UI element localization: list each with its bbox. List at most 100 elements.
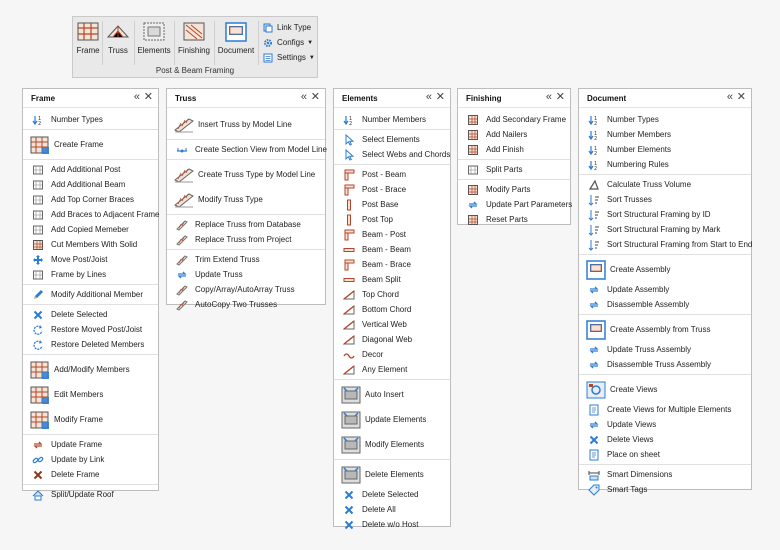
menu-item-place-on-sheet[interactable]: Place on sheet: [579, 447, 751, 462]
menu-item-update-by-link[interactable]: Update by Link: [23, 452, 158, 467]
menu-item-select-elements[interactable]: Select Elements: [334, 132, 450, 147]
menu-item-update-frame[interactable]: Update Frame: [23, 437, 158, 452]
menu-item-update-truss[interactable]: Update Truss: [167, 267, 325, 282]
menu-item-update-views[interactable]: Update Views: [579, 417, 751, 432]
menu-item-move-post-joist[interactable]: Move Post/Joist: [23, 252, 158, 267]
menu-item-select-webs-chords[interactable]: Select Webs and Chords: [334, 147, 450, 162]
close-icon[interactable]: ✕: [737, 91, 746, 103]
menu-item-modify-elements[interactable]: Modify Elements: [334, 432, 450, 457]
menu-item-create-frame[interactable]: Create Frame: [23, 132, 158, 157]
menu-item-update-truss-assembly[interactable]: Update Truss Assembly: [579, 342, 751, 357]
close-icon[interactable]: ✕: [436, 91, 445, 103]
menu-item-sort-framing-start-end[interactable]: Sort Structural Framing from Start to En…: [579, 237, 752, 252]
menu-item-delete-elements[interactable]: Delete Elements: [334, 462, 450, 487]
collapse-icon[interactable]: «: [727, 91, 733, 103]
ribbon-settings-dropdown[interactable]: Settings ▼: [263, 51, 315, 64]
menu-item-edit-members[interactable]: Edit Members: [23, 382, 158, 407]
menu-item-number-members[interactable]: Number Members: [579, 127, 751, 142]
menu-item-beam-brace[interactable]: Beam - Brace: [334, 257, 450, 272]
menu-item-top-chord[interactable]: Top Chord: [334, 287, 450, 302]
menu-item-post-beam[interactable]: Post - Beam: [334, 167, 450, 182]
menu-item-post-base[interactable]: Post Base: [334, 197, 450, 212]
menu-item-create-assembly[interactable]: Create Assembly: [579, 257, 751, 282]
menu-item-cut-members-solid[interactable]: Cut Members With Solid: [23, 237, 158, 252]
menu-item-add-additional-beam[interactable]: Add Additional Beam: [23, 177, 158, 192]
ribbon-truss-button[interactable]: Truss: [104, 19, 132, 63]
menu-item-number-members[interactable]: Number Members: [334, 112, 450, 127]
menu-item-update-assembly[interactable]: Update Assembly: [579, 282, 751, 297]
menu-item-add-modify-members[interactable]: Add/Modify Members: [23, 357, 158, 382]
menu-item-delete-selected[interactable]: Delete Selected: [334, 487, 450, 502]
menu-item-split-parts[interactable]: Split Parts: [458, 162, 570, 177]
collapse-icon[interactable]: «: [134, 91, 140, 103]
menu-item-decor[interactable]: Decor: [334, 347, 450, 362]
menu-item-number-types[interactable]: Number Types: [23, 112, 158, 127]
menu-item-post-top[interactable]: Post Top: [334, 212, 450, 227]
menu-item-bottom-chord[interactable]: Bottom Chord: [334, 302, 450, 317]
menu-item-any-element[interactable]: Any Element: [334, 362, 450, 377]
menu-item-restore-deleted[interactable]: Restore Deleted Members: [23, 337, 158, 352]
menu-item-trim-extend-truss[interactable]: Trim Extend Truss: [167, 252, 325, 267]
menu-item-delete-wo-host[interactable]: Delete w/o Host: [334, 517, 450, 532]
menu-item-split-update-roof[interactable]: Split/Update Roof: [23, 487, 158, 502]
ribbon-frame-button[interactable]: Frame: [75, 19, 101, 63]
menu-item-auto-insert[interactable]: Auto Insert: [334, 382, 450, 407]
ribbon-link-type-button[interactable]: Link Type: [263, 21, 311, 34]
menu-item-add-top-corner-braces[interactable]: Add Top Corner Braces: [23, 192, 158, 207]
menu-item-autocopy-trusses[interactable]: AutoCopy Two Trusses: [167, 297, 325, 312]
menu-item-frame-by-lines[interactable]: Frame by Lines: [23, 267, 158, 282]
menu-item-post-brace[interactable]: Post - Brace: [334, 182, 450, 197]
menu-item-copy-array-truss[interactable]: Copy/Array/AutoArray Truss: [167, 282, 325, 297]
menu-item-delete-views[interactable]: Delete Views: [579, 432, 751, 447]
menu-item-reset-parts[interactable]: Reset Parts: [458, 212, 570, 227]
menu-item-add-additional-post[interactable]: Add Additional Post: [23, 162, 158, 177]
ribbon-finishing-button[interactable]: Finishing: [175, 19, 213, 63]
menu-item-smart-tags[interactable]: Smart Tags: [579, 482, 751, 497]
menu-item-modify-truss-type[interactable]: Modify Truss Type: [167, 187, 325, 212]
menu-item-replace-truss-database[interactable]: Replace Truss from Database: [167, 217, 325, 232]
menu-item-insert-truss[interactable]: Insert Truss by Model Line: [167, 112, 325, 137]
menu-item-update-part-parameters[interactable]: Update Part Parameters: [458, 197, 572, 212]
menu-item-update-elements[interactable]: Update Elements: [334, 407, 450, 432]
collapse-icon[interactable]: «: [301, 91, 307, 103]
menu-item-create-views[interactable]: Create Views: [579, 377, 751, 402]
menu-item-sort-trusses[interactable]: Sort Trusses: [579, 192, 751, 207]
menu-item-beam-split[interactable]: Beam Split: [334, 272, 450, 287]
menu-item-create-assembly-truss[interactable]: Create Assembly from Truss: [579, 317, 751, 342]
menu-item-modify-parts[interactable]: Modify Parts: [458, 182, 570, 197]
menu-item-number-elements[interactable]: Number Elements: [579, 142, 751, 157]
menu-item-create-truss-type[interactable]: Create Truss Type by Model Line: [167, 162, 325, 187]
menu-item-restore-moved[interactable]: Restore Moved Post/Joist: [23, 322, 158, 337]
menu-item-delete-frame[interactable]: Delete Frame: [23, 467, 158, 482]
menu-item-delete-selected[interactable]: Delete Selected: [23, 307, 158, 322]
collapse-icon[interactable]: «: [426, 91, 432, 103]
collapse-icon[interactable]: «: [546, 91, 552, 103]
ribbon-elements-button[interactable]: Elements: [135, 19, 173, 63]
menu-item-replace-truss-project[interactable]: Replace Truss from Project: [167, 232, 325, 247]
menu-item-disassemble-truss-assembly[interactable]: Disassemble Truss Assembly: [579, 357, 751, 372]
menu-item-create-views-multiple[interactable]: Create Views for Multiple Elements: [579, 402, 751, 417]
menu-item-add-secondary-frame[interactable]: Add Secondary Frame: [458, 112, 570, 127]
menu-item-sort-framing-id[interactable]: Sort Structural Framing by ID: [579, 207, 751, 222]
ribbon-configs-dropdown[interactable]: Configs ▼: [263, 36, 313, 49]
close-icon[interactable]: ✕: [311, 91, 320, 103]
menu-item-numbering-rules[interactable]: Numbering Rules: [579, 157, 751, 172]
menu-item-disassemble-assembly[interactable]: Disassemble Assembly: [579, 297, 751, 312]
menu-item-modify-additional-member[interactable]: Modify Additional Member: [23, 287, 158, 302]
menu-item-vertical-web[interactable]: Vertical Web: [334, 317, 450, 332]
menu-item-beam-post[interactable]: Beam - Post: [334, 227, 450, 242]
menu-item-smart-dimensions[interactable]: Smart Dimensions: [579, 467, 751, 482]
menu-item-add-nailers[interactable]: Add Nailers: [458, 127, 570, 142]
menu-item-create-section-view[interactable]: Create Section View from Model Line: [167, 142, 327, 157]
menu-item-modify-frame[interactable]: Modify Frame: [23, 407, 158, 432]
menu-item-calculate-truss-volume[interactable]: Calculate Truss Volume: [579, 177, 751, 192]
menu-item-add-finish[interactable]: Add Finish: [458, 142, 570, 157]
menu-item-number-types[interactable]: Number Types: [579, 112, 751, 127]
close-icon[interactable]: ✕: [144, 91, 153, 103]
menu-item-beam-beam[interactable]: Beam - Beam: [334, 242, 450, 257]
ribbon-document-button[interactable]: Document: [216, 19, 256, 63]
menu-item-delete-all[interactable]: Delete All: [334, 502, 450, 517]
menu-item-sort-framing-mark[interactable]: Sort Structural Framing by Mark: [579, 222, 751, 237]
menu-item-diagonal-web[interactable]: Diagonal Web: [334, 332, 450, 347]
menu-item-add-copied-member[interactable]: Add Copied Memeber: [23, 222, 158, 237]
